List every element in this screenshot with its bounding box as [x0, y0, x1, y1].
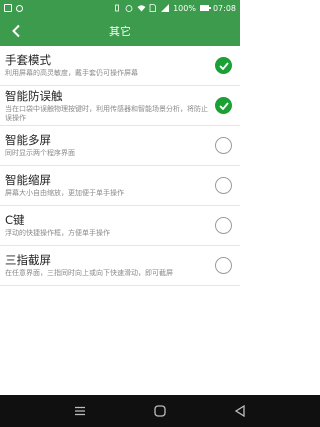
sync-icon [16, 4, 23, 12]
settings-list: 手套模式 利用屏幕的高灵敏度，戴手套仍可操作屏幕 智能防误触 当在口袋中误触物理… [0, 46, 240, 286]
setting-glove-mode[interactable]: 手套模式 利用屏幕的高灵敏度，戴手套仍可操作屏幕 [0, 46, 240, 86]
menu-icon [75, 406, 85, 416]
setting-title: 手套模式 [5, 53, 51, 67]
setting-smart-anti-mistouch[interactable]: 智能防误触 当在口袋中误触物理按键时，利用传感器和智能场景分析，将防止误操作 [0, 86, 240, 126]
c-key-checkbox[interactable] [215, 217, 232, 234]
setting-title: 智能缩屏 [5, 173, 51, 187]
wifi-icon [137, 4, 146, 12]
page-title: 其它 [109, 25, 131, 38]
setting-description: 浮动的快捷操作框，方便单手操作 [5, 229, 110, 237]
setting-description: 利用屏幕的高灵敏度，戴手套仍可操作屏幕 [5, 69, 138, 77]
multi-screen-checkbox[interactable] [215, 137, 232, 154]
setting-title: 智能防误触 [5, 88, 63, 103]
setting-description: 屏幕大小自由缩放，更加便于单手操作 [5, 189, 124, 197]
setting-title: 三指截屏 [5, 253, 51, 267]
setting-description: 同时显示两个程序界面 [5, 149, 75, 157]
menu-button[interactable] [70, 401, 90, 421]
battery-icon [199, 5, 211, 11]
setting-title: C键 [5, 213, 25, 227]
navigation-bar [0, 395, 320, 427]
status-bar: 100% 07:08 [0, 0, 240, 16]
header: 其它 [0, 16, 240, 46]
check-icon [218, 61, 229, 70]
clock: 07:08 [212, 3, 236, 13]
triangle-back-icon [234, 405, 245, 417]
check-icon [218, 101, 229, 110]
setting-smart-multi-screen[interactable]: 智能多屏 同时显示两个程序界面 [0, 126, 240, 166]
alarm-icon [125, 4, 133, 12]
setting-c-key[interactable]: C键 浮动的快捷操作框，方便单手操作 [0, 206, 240, 246]
setting-smart-shrink-screen[interactable]: 智能缩屏 屏幕大小自由缩放，更加便于单手操作 [0, 166, 240, 206]
back-button[interactable] [6, 21, 26, 41]
setting-description: 当在口袋中误触物理按键时，利用传感器和智能场景分析，将防止误操作 [5, 104, 208, 122]
signal-icon [161, 4, 170, 12]
home-icon [154, 405, 166, 417]
app-notification-icon [4, 4, 12, 12]
setting-title: 智能多屏 [5, 133, 51, 147]
back-nav-button[interactable] [230, 401, 250, 421]
shrink-screen-checkbox[interactable] [215, 177, 232, 194]
battery-percent: 100% [173, 3, 196, 13]
home-button[interactable] [150, 401, 170, 421]
three-finger-screenshot-checkbox[interactable] [215, 257, 232, 274]
chevron-left-icon [12, 24, 20, 38]
sim-card-icon [149, 4, 157, 12]
vibrate-icon [113, 4, 121, 12]
setting-description: 在任意界面，三指同时向上或向下快速滑动，即可截屏 [5, 269, 173, 277]
setting-three-finger-screenshot[interactable]: 三指截屏 在任意界面，三指同时向上或向下快速滑动，即可截屏 [0, 246, 240, 286]
anti-mistouch-checkbox[interactable] [215, 97, 232, 114]
glove-mode-checkbox[interactable] [215, 57, 232, 74]
